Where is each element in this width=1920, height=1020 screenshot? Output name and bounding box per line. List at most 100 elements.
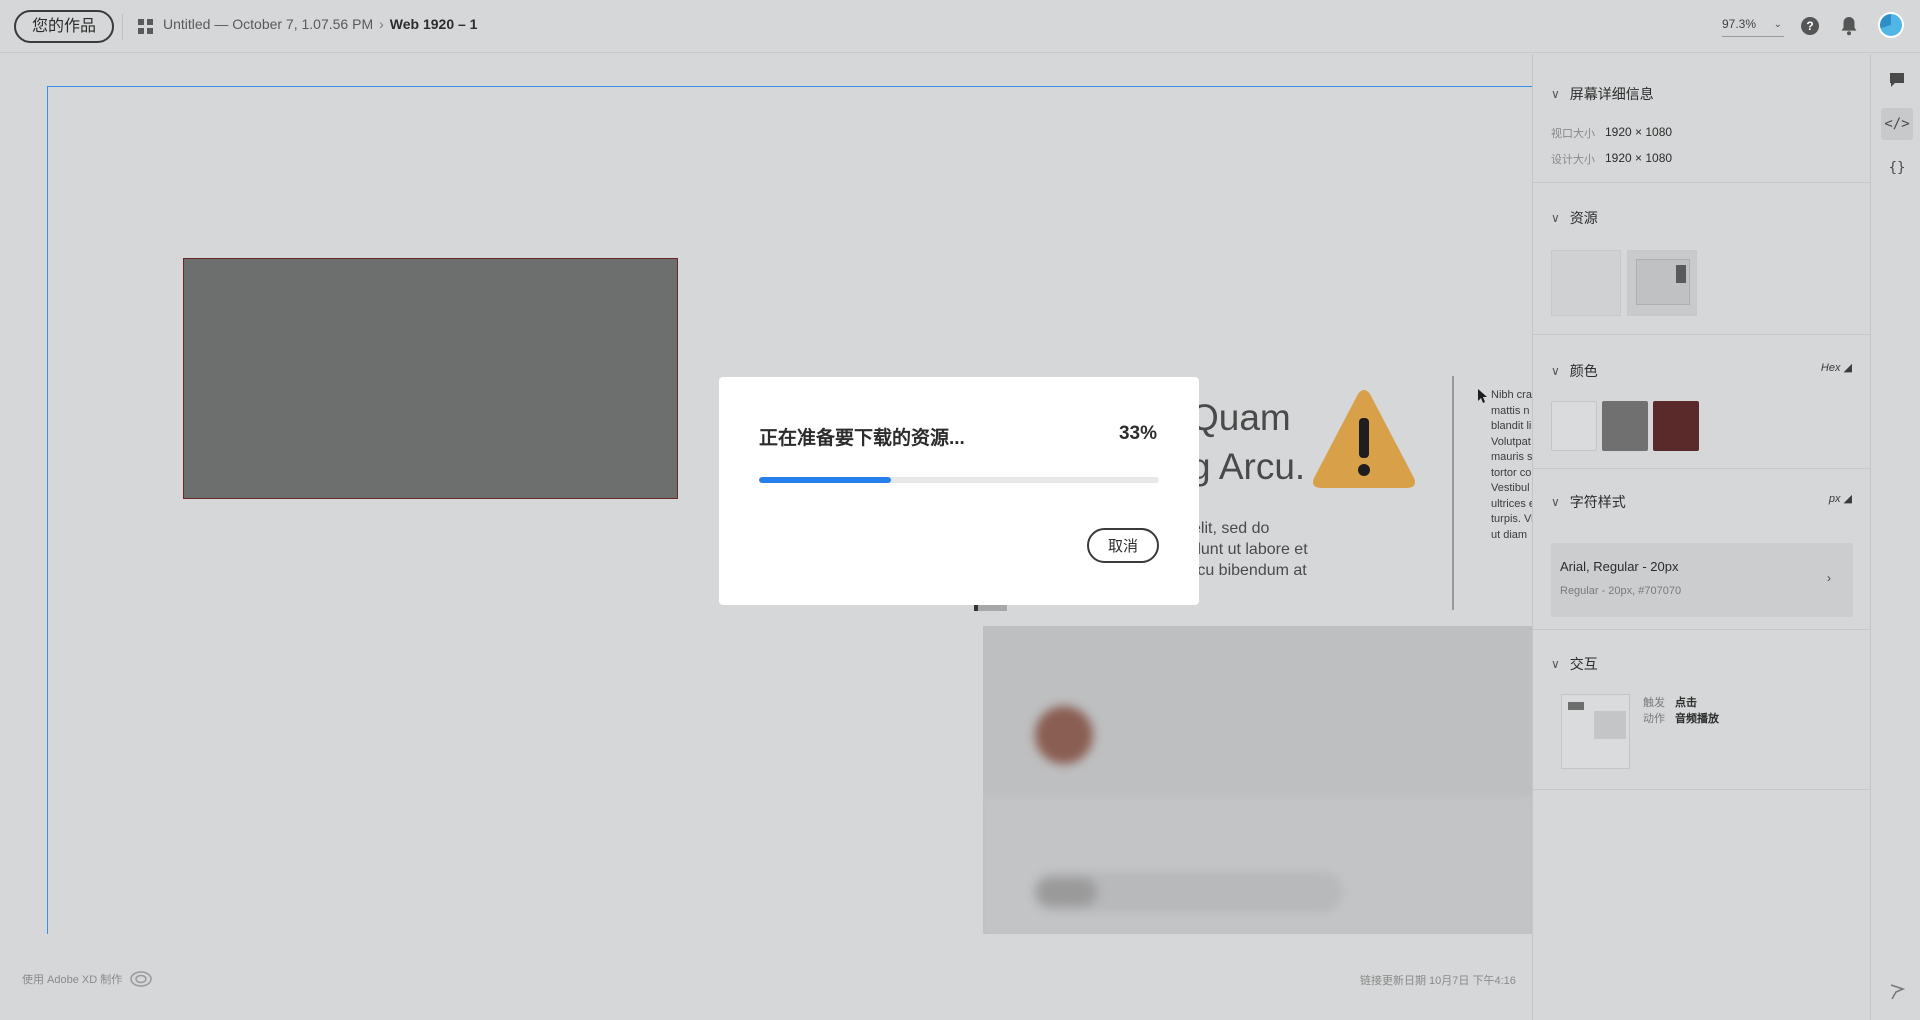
colors-section: ∨ 颜色 Hex ◢	[1533, 335, 1870, 469]
section-title: 字符样式	[1569, 494, 1626, 510]
side-line: turpis. Vi	[1491, 513, 1533, 525]
body-text: elit, sed do dunt ut labore et rcu biben…	[1192, 518, 1308, 581]
cursor-icon	[1478, 389, 1487, 403]
user-avatar[interactable]	[1878, 12, 1904, 38]
asset-thumbnail[interactable]	[1627, 250, 1697, 316]
progress-track	[759, 477, 1159, 483]
headline-text: Quam g Arcu.	[1190, 393, 1305, 491]
zoom-select[interactable]: 97.3% ⌄	[1722, 17, 1784, 37]
side-line: ut diam	[1491, 528, 1528, 541]
action-row: 动作 音频播放	[1643, 710, 1719, 726]
body-line: dunt ut labore et	[1192, 541, 1308, 558]
breadcrumb: Untitled — October 7, 1.07.56 PM › Web 1…	[163, 16, 477, 32]
unit-toggle[interactable]: px ◢	[1829, 492, 1852, 505]
body-line: rcu bibendum at	[1192, 562, 1307, 579]
action-value: 音频播放	[1675, 713, 1719, 725]
color-swatch[interactable]	[1551, 401, 1597, 451]
character-styles-section: ∨ 字符样式 px ◢ Arial, Regular - 20px Regula…	[1533, 469, 1870, 630]
braces-icon[interactable]: {}	[1881, 152, 1913, 184]
char-style-detail: Regular - 20px, #707070	[1560, 585, 1682, 597]
design-size-value: 1920 × 1080	[1605, 151, 1673, 165]
section-header[interactable]: ∨ 资源	[1551, 208, 1598, 228]
top-bar: 您的作品 Untitled — October 7, 1.07.56 PM › …	[0, 0, 1920, 53]
side-line: blandit li	[1491, 420, 1532, 432]
chevron-down-icon: ∨	[1551, 87, 1560, 101]
section-title: 屏幕详细信息	[1569, 86, 1654, 102]
headline-line: Quam	[1190, 397, 1291, 438]
side-line: Volutpat	[1491, 435, 1531, 448]
chevron-down-icon: ∨	[1551, 211, 1560, 225]
section-header[interactable]: ∨ 交互	[1551, 654, 1598, 674]
viewport-size-row: 视口大小 1920 × 1080	[1551, 125, 1672, 141]
char-style-name: Arial, Regular - 20px	[1560, 559, 1679, 574]
artboard-name: Web 1920 – 1	[389, 16, 478, 32]
download-progress-dialog: 正在准备要下载的资源... 33% 取消	[719, 377, 1199, 605]
side-text: Nibh cra mattis n blandit li Volutpat ma…	[1491, 388, 1533, 543]
blurred-preview	[983, 626, 1533, 934]
color-swatch[interactable]	[1653, 401, 1699, 451]
chevron-right-icon: ›	[1827, 571, 1831, 585]
headline-line: g Arcu.	[1190, 446, 1306, 487]
side-line: ultrices e	[1491, 497, 1533, 510]
comments-icon[interactable]	[1881, 64, 1913, 96]
section-title: 颜色	[1569, 363, 1598, 379]
design-size-row: 设计大小 1920 × 1080	[1551, 151, 1672, 167]
grid-view-icon[interactable]	[138, 19, 153, 34]
color-swatch[interactable]	[1602, 401, 1648, 451]
chevron-down-icon: ∨	[1551, 364, 1560, 378]
divider	[122, 14, 123, 40]
trigger-row: 触发 点击	[1643, 694, 1697, 710]
link-updated-text: 链接更新日期 10月7日 下午4:16	[1360, 975, 1516, 987]
screen-details-section: ∨ 屏幕详细信息 视口大小 1920 × 1080 设计大小 1920 × 10…	[1533, 54, 1870, 183]
section-header[interactable]: ∨ 字符样式	[1551, 492, 1626, 512]
viewport-size-value: 1920 × 1080	[1605, 125, 1673, 139]
chevron-down-icon: ∨	[1551, 657, 1560, 671]
section-title: 资源	[1569, 210, 1598, 226]
made-with-text: 使用 Adobe XD 制作	[22, 974, 123, 986]
blurred-band	[983, 796, 1533, 934]
gray-rectangle	[183, 258, 678, 499]
body-line: elit, sed do	[1192, 520, 1270, 537]
creative-cloud-icon	[130, 971, 153, 987]
trigger-value: 点击	[1675, 697, 1697, 709]
viewport-size-label: 视口大小	[1551, 128, 1595, 140]
side-line: tortor co	[1491, 466, 1532, 479]
made-with-adobe-xd: 使用 Adobe XD 制作	[22, 971, 153, 987]
side-line: Vestibul	[1491, 482, 1530, 494]
section-title: 交互	[1569, 656, 1598, 672]
warning-icon	[1313, 390, 1415, 488]
design-size-label: 设计大小	[1551, 154, 1595, 166]
progress-percent: 33%	[1118, 423, 1157, 444]
side-line: Nibh cra	[1491, 389, 1532, 401]
chevron-right-icon: ›	[379, 16, 384, 32]
character-style-card[interactable]: Arial, Regular - 20px Regular - 20px, #7…	[1551, 543, 1853, 617]
progress-fill	[759, 477, 891, 483]
trigger-label: 触发	[1643, 697, 1665, 709]
action-label: 动作	[1643, 713, 1665, 725]
your-works-button[interactable]: 您的作品	[14, 10, 115, 43]
color-format-toggle[interactable]: Hex ◢	[1821, 361, 1852, 374]
interaction-thumbnail[interactable]	[1561, 694, 1630, 769]
assets-section: ∨ 资源	[1533, 183, 1870, 335]
side-line: mattis n	[1491, 404, 1530, 417]
code-inspect-icon[interactable]: </>	[1881, 108, 1913, 140]
chevron-down-icon: ⌄	[1773, 19, 1782, 30]
notification-bell-icon[interactable]	[1840, 16, 1858, 36]
help-icon[interactable]: ?	[1801, 17, 1819, 35]
vertical-divider	[1452, 376, 1454, 610]
flag-icon[interactable]	[1889, 984, 1905, 1000]
xd-share-view: 您的作品 Untitled — October 7, 1.07.56 PM › …	[0, 0, 1920, 1020]
section-header[interactable]: ∨ 颜色	[1551, 361, 1598, 381]
document-title[interactable]: Untitled — October 7, 1.07.56 PM	[163, 16, 373, 32]
blurred-avatar	[1035, 706, 1093, 764]
blurred-shape	[1037, 878, 1097, 906]
asset-thumbnail[interactable]	[1551, 250, 1621, 316]
dialog-title: 正在准备要下载的资源...	[759, 428, 965, 449]
cancel-button[interactable]: 取消	[1087, 528, 1159, 563]
side-line: mauris s	[1491, 451, 1533, 463]
section-header[interactable]: ∨ 屏幕详细信息	[1551, 84, 1654, 104]
interaction-section: ∨ 交互 触发 点击 动作 音频播放	[1533, 630, 1870, 790]
zoom-value: 97.3%	[1722, 17, 1757, 31]
inspect-panel: ∨ 屏幕详细信息 视口大小 1920 × 1080 设计大小 1920 × 10…	[1532, 54, 1870, 1020]
tool-rail: </> {}	[1870, 54, 1920, 1020]
